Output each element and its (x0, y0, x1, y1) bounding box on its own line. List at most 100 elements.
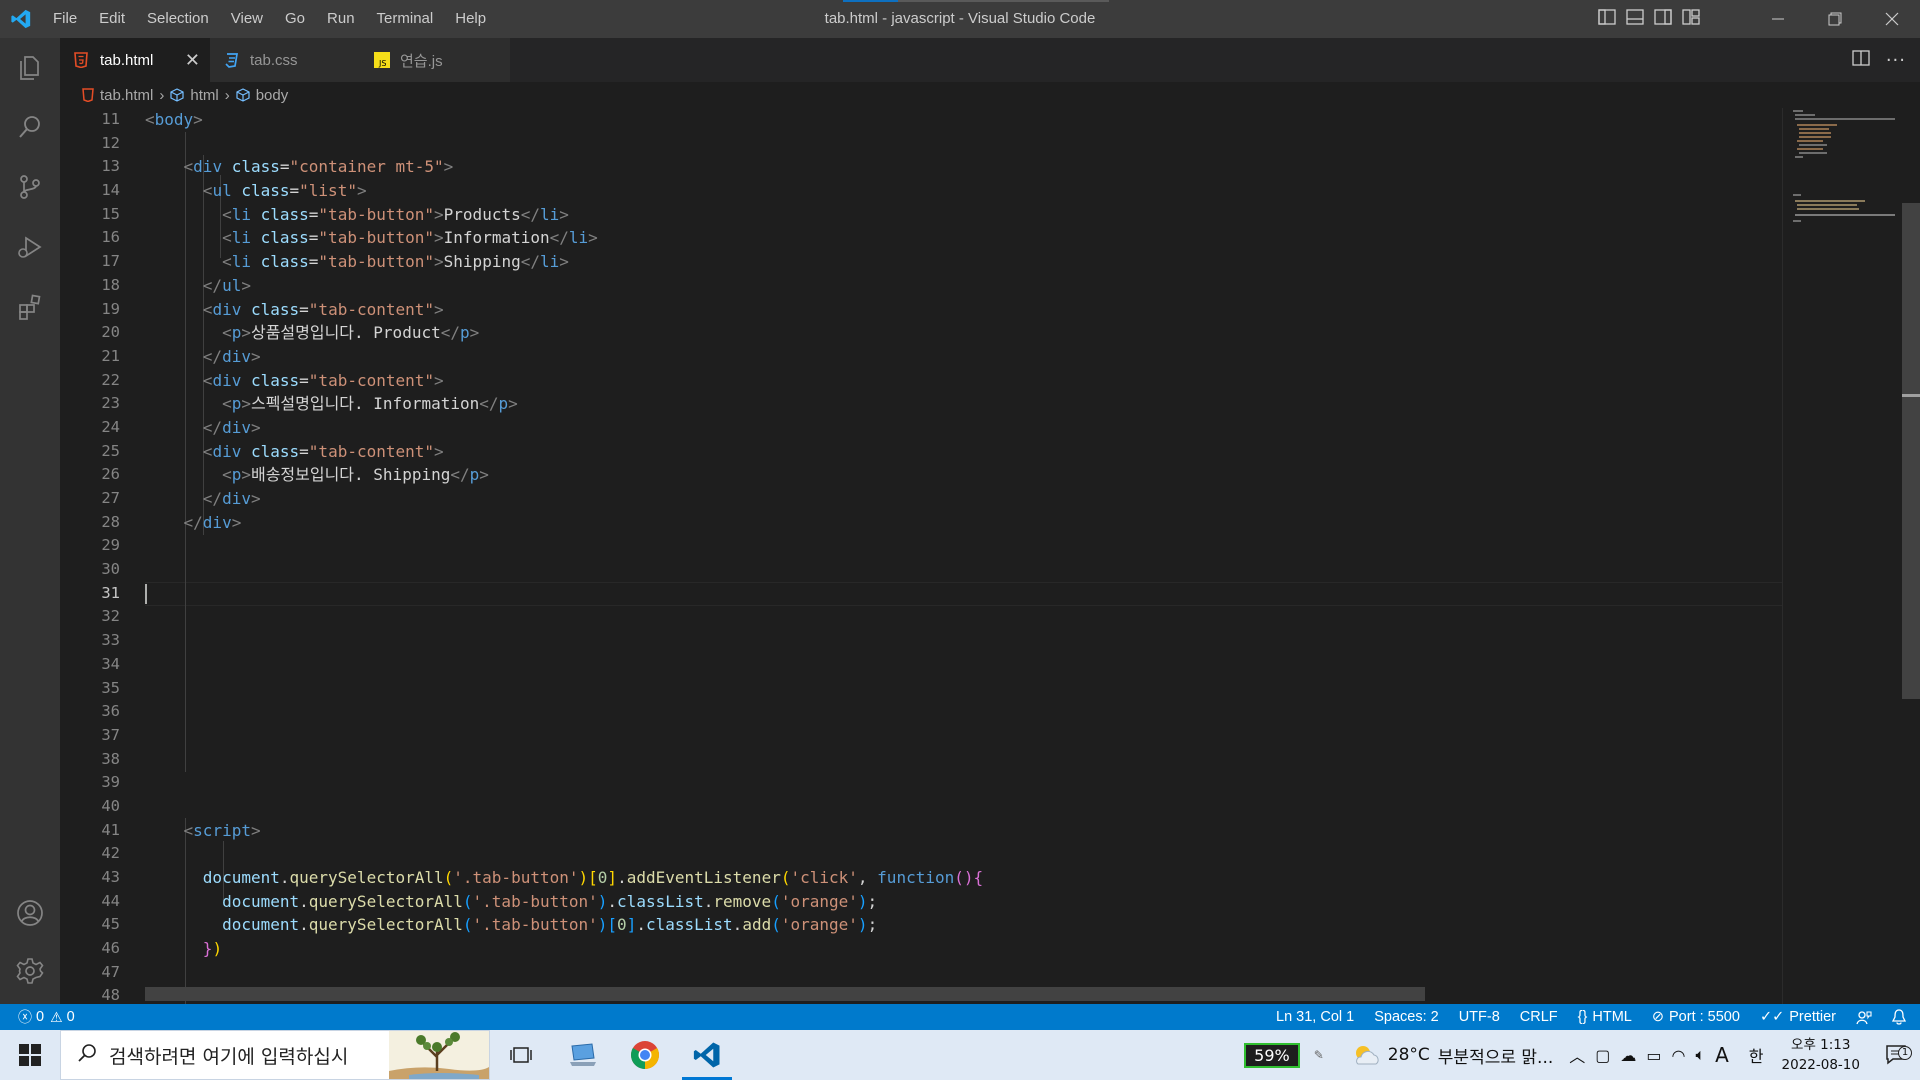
code-token: > (434, 204, 444, 224)
tab-yeonseup-js[interactable]: JS 연습.js (360, 38, 510, 82)
toggle-primary-sidebar-icon[interactable] (1598, 9, 1616, 29)
wifi-icon[interactable]: ◠ (1672, 1046, 1686, 1065)
code-line: <script> (145, 819, 1782, 843)
code-token: > (434, 299, 444, 319)
menu-view[interactable]: View (220, 0, 274, 38)
run-and-debug-icon[interactable] (0, 218, 60, 276)
minimap-line (1795, 214, 1895, 216)
code-token: . (732, 915, 743, 935)
search-icon[interactable] (0, 98, 60, 156)
notifications-bell-icon[interactable] (1892, 1009, 1906, 1025)
taskbar-search-box[interactable]: 검색하려면 여기에 입력하십시 (60, 1030, 490, 1080)
close-tab-icon[interactable]: ✕ (185, 50, 200, 70)
tab-tab-html[interactable]: tab.html ✕ (60, 38, 210, 82)
clock-date: 2022-08-10 (1781, 1057, 1860, 1073)
weather-widget[interactable]: 28°C 부분적으로 맑... (1350, 1042, 1553, 1068)
extensions-icon[interactable] (0, 278, 60, 336)
breadcrumb-html[interactable]: html (170, 86, 219, 104)
prettier-status[interactable]: ✓✓ Prettier (1760, 1009, 1836, 1025)
menu-terminal[interactable]: Terminal (366, 0, 445, 38)
problems-indicator[interactable]: ⓧ 0 ⚠ 0 (0, 1007, 75, 1027)
accounts-icon[interactable] (0, 884, 60, 942)
code-editor[interactable]: 11 12 13 14 15 16 17 18 19 20 21 22 23 24 25 26 27 28 29 30… (60, 108, 1782, 1004)
language-mode[interactable]: {} HTML (1578, 1009, 1632, 1025)
meet-now-icon[interactable]: ▢ (1595, 1046, 1610, 1065)
feedback-icon[interactable] (1856, 1009, 1872, 1025)
code-line: <div class="tab-content"> (145, 369, 1782, 393)
windows-start-icon[interactable] (0, 1030, 60, 1080)
breadcrumb-body[interactable]: body (236, 87, 288, 104)
close-window-icon[interactable] (1863, 0, 1920, 38)
task-view-icon[interactable] (490, 1030, 552, 1080)
action-center-icon[interactable]: 1 (1874, 1044, 1920, 1066)
end-of-line[interactable]: CRLF (1520, 1009, 1558, 1025)
code-token: ( (771, 915, 781, 935)
taskbar-clock[interactable]: 오후 1:13 2022-08-10 (1782, 1035, 1860, 1075)
code-token: < (222, 252, 232, 272)
customize-layout-icon[interactable] (1682, 9, 1700, 29)
code-token: [ (607, 915, 618, 935)
code-line: document.querySelectorAll('.tab-button')… (145, 913, 1782, 937)
code-token: ul (222, 275, 242, 295)
line-number: 19 (101, 299, 120, 318)
font-indicator[interactable]: A (1715, 1043, 1729, 1067)
chrome-icon[interactable] (614, 1030, 676, 1080)
minimap[interactable] (1782, 108, 1902, 1004)
line-number: 46 (101, 939, 120, 958)
cursor-position[interactable]: Ln 31, Col 1 (1276, 1009, 1354, 1025)
code-token: class (260, 252, 309, 272)
more-actions-icon[interactable]: ··· (1886, 50, 1906, 71)
code-line: </div> (145, 345, 1782, 369)
menu-help[interactable]: Help (444, 0, 497, 38)
chevron-up-icon[interactable]: ︿ (1569, 1043, 1585, 1067)
toggle-panel-icon[interactable] (1626, 9, 1644, 29)
minimap-line (1795, 114, 1815, 116)
encoding[interactable]: UTF-8 (1459, 1009, 1500, 1025)
menu-go[interactable]: Go (274, 0, 316, 38)
live-server-port[interactable]: ⊘ Port : 5500 (1652, 1009, 1740, 1025)
code-token: classList (645, 915, 733, 935)
menu-run[interactable]: Run (316, 0, 366, 38)
vertical-scrollbar[interactable] (1902, 108, 1920, 1004)
indentation[interactable]: Spaces: 2 (1374, 1009, 1439, 1025)
menu-selection[interactable]: Selection (136, 0, 220, 38)
menu-file[interactable]: File (42, 0, 88, 38)
warning-icon: ⚠ (50, 1008, 63, 1025)
code-token: () (954, 868, 974, 887)
breadcrumb-file[interactable]: tab.html (82, 87, 153, 104)
source-control-icon[interactable] (0, 158, 60, 216)
minimap-line (1799, 136, 1831, 138)
code-token: 스펙설명입니다. Information (250, 394, 480, 414)
minimap-line (1799, 128, 1829, 130)
prettier-label: Prettier (1789, 1009, 1836, 1025)
code-token: > (250, 489, 261, 508)
vertical-scrollbar-thumb[interactable] (1902, 203, 1920, 699)
code-line: <p>스펙설명입니다. Information</p> (145, 392, 1782, 416)
code-token: , (857, 868, 878, 887)
menu-edit[interactable]: Edit (88, 0, 136, 38)
settings-gear-icon[interactable] (0, 942, 60, 1000)
code-token: body (154, 110, 194, 129)
minimize-icon[interactable] (1749, 0, 1806, 38)
vscode-taskbar-icon[interactable] (676, 1030, 738, 1080)
minimap-line (1795, 118, 1895, 120)
split-editor-icon[interactable] (1852, 50, 1870, 70)
code-token: li (231, 204, 251, 224)
toggle-secondary-sidebar-icon[interactable] (1654, 9, 1672, 29)
speaker-icon[interactable]: 🔈︎ (1696, 1045, 1706, 1065)
onedrive-cloud-icon[interactable]: ☁ (1620, 1046, 1636, 1065)
code-line: <p>상품설명입니다. Product</p> (145, 321, 1782, 345)
ime-indicator[interactable]: 한 (1749, 1043, 1764, 1067)
line-number: 21 (101, 346, 120, 365)
app-window-icon[interactable] (552, 1030, 614, 1080)
breadcrumb-html-label: html (190, 86, 219, 104)
tab-tab-css[interactable]: tab.css (210, 38, 360, 82)
tray-icons: ︿ ▢ ☁ ▭ ◠ 🔈︎ A 한 (1569, 1043, 1763, 1067)
restore-icon[interactable] (1806, 0, 1863, 38)
horizontal-scrollbar[interactable] (145, 987, 1425, 1001)
battery-icon[interactable]: ▭ (1646, 1046, 1661, 1065)
explorer-icon[interactable] (0, 38, 60, 96)
battery-indicator[interactable]: 59% (1244, 1042, 1300, 1068)
